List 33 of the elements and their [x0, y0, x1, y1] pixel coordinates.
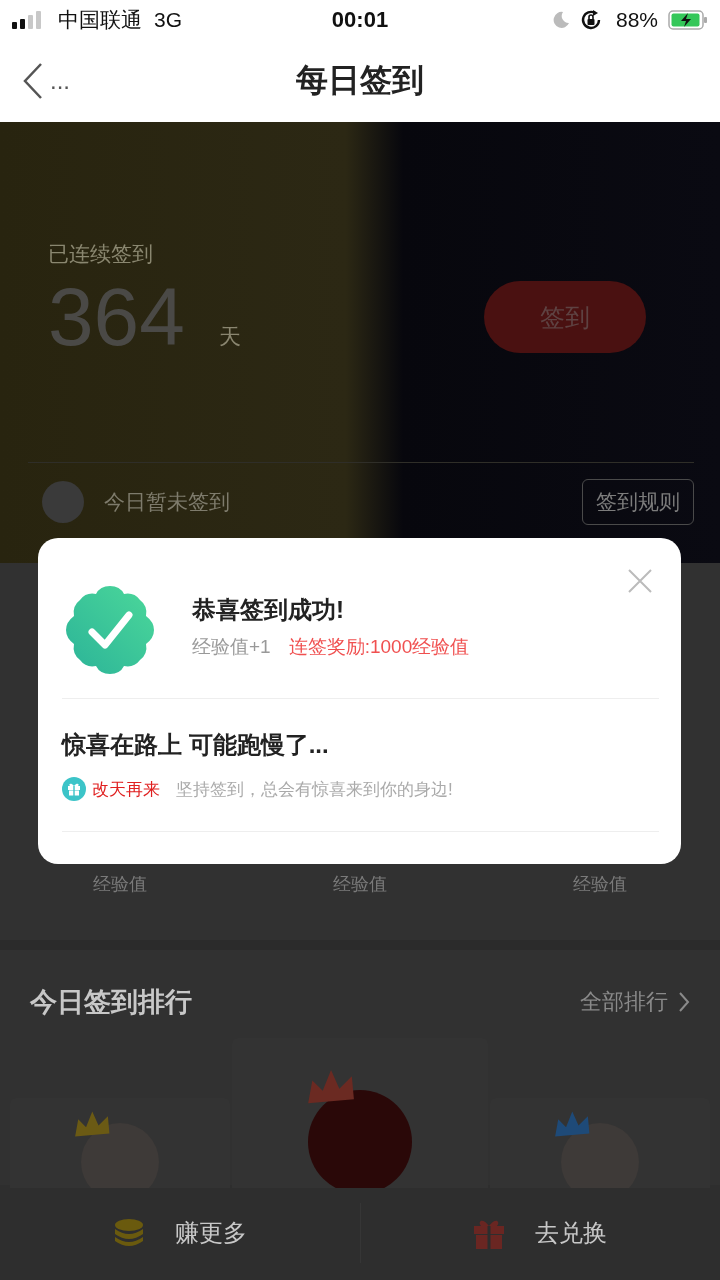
come-back-tag: 改天再来 — [92, 777, 160, 801]
streak-bonus: 连签奖励:1000经验值 — [288, 635, 470, 659]
network-type: 3G — [154, 8, 182, 32]
gift-icon — [62, 777, 86, 801]
back-button[interactable]: ... — [0, 62, 70, 100]
clock-time: 00:01 — [331, 7, 389, 33]
battery-charging-icon — [668, 10, 708, 30]
coin-stack-icon — [112, 1216, 145, 1249]
carrier-name: 中国联通 — [58, 7, 142, 33]
sign-status: 今日暂未签到 — [104, 489, 230, 515]
chevron-right-icon — [678, 991, 690, 1013]
section-title: 今日签到排行 — [30, 986, 192, 1019]
streak-label: 已连续签到 — [48, 241, 154, 267]
bottom-tab[interactable]: 去兑换 — [360, 1185, 720, 1280]
close-icon[interactable] — [627, 568, 653, 594]
avatar-placeholder — [42, 481, 84, 523]
all-ranking-link[interactable]: 全部排行 — [580, 987, 690, 1017]
bottom-tab[interactable]: 赚更多 — [0, 1185, 360, 1280]
moon-icon — [551, 11, 570, 29]
back-chevron-icon — [22, 62, 44, 100]
dialog-subtitle: 惊喜在路上 可能跑慢了... — [62, 730, 330, 760]
exp-gain: 经验值+1 — [192, 635, 271, 659]
day-unit: 天 — [218, 323, 241, 351]
reward-label: 经验值 — [93, 873, 147, 896]
page-title: 每日签到 — [296, 61, 424, 100]
dialog-message: 坚持签到，总会有惊喜来到你的身边! — [176, 778, 453, 801]
verified-check-icon — [64, 584, 156, 676]
reward-label: 经验值 — [333, 873, 387, 896]
rules-button[interactable]: 签到规则 — [582, 479, 694, 525]
dialog-title: 恭喜签到成功! — [192, 595, 345, 625]
reward-label: 经验值 — [573, 873, 627, 896]
rotation-lock-icon — [579, 9, 602, 31]
battery-percent: 88% — [615, 8, 658, 32]
